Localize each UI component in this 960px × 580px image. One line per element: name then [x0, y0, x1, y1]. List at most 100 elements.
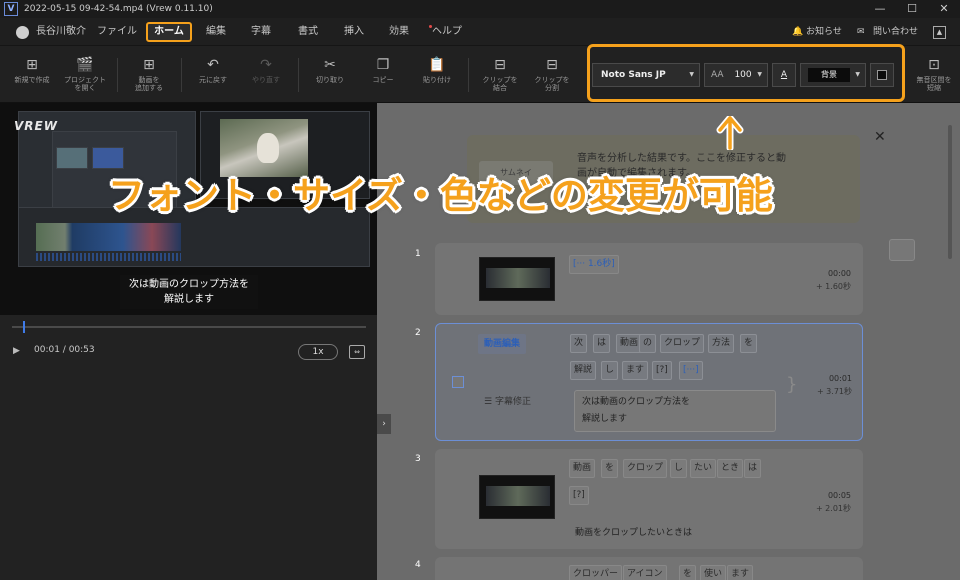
collapse-ribbon-icon[interactable]: ▲ [933, 26, 946, 39]
clip-word[interactable]: を [740, 334, 758, 353]
clip-word[interactable]: 使い [700, 565, 727, 580]
dog-image [220, 119, 308, 177]
undo-label: 元に戻す [199, 76, 227, 84]
background-select[interactable]: 背景 ▼ [800, 63, 866, 87]
menu-format[interactable]: 書式 [290, 18, 326, 46]
undo-icon: ↶ [207, 57, 219, 73]
clip-word[interactable]: し [670, 459, 688, 478]
font-color-button[interactable]: A [772, 63, 796, 87]
shorten-silence-button[interactable]: ⊡ 無音区間を 短縮 [909, 56, 959, 92]
paste-label: 貼り付け [423, 76, 451, 84]
menu-effects[interactable]: 効果 [381, 18, 417, 46]
subtitle-edit-label: 字幕修正 [494, 397, 531, 407]
clip-word[interactable]: クロップ [623, 459, 668, 478]
clip-word[interactable]: [?] [652, 361, 672, 380]
split-clip-button[interactable]: ⊟ クリップを 分割 [527, 56, 577, 92]
undo-button[interactable]: ↶ 元に戻す [188, 56, 238, 84]
minimize-button[interactable]: — [864, 0, 896, 18]
toolbar-divider [298, 58, 299, 92]
close-icon[interactable]: ✕ [874, 129, 886, 145]
menu-insert[interactable]: 挿入 [336, 18, 372, 46]
audio-waveform [36, 253, 181, 261]
clip-word[interactable]: クロッパー [569, 565, 623, 580]
clip-word[interactable]: ます [727, 565, 754, 580]
silence-cut-icon: ⊡ [928, 57, 940, 73]
clip-word[interactable]: は [744, 459, 762, 478]
shorten-silence-label: 無音区間を 短縮 [916, 76, 952, 92]
playback-speed-button[interactable]: 1x [298, 344, 338, 360]
fit-screen-icon[interactable]: ⇔ [349, 345, 365, 359]
user-avatar-icon[interactable] [16, 26, 29, 39]
clip-row[interactable]: 動画編集 次 は 動画 の クロップ 方法 を 解説 し ます [?] [···… [435, 323, 863, 441]
seek-bar[interactable] [12, 321, 366, 333]
user-name[interactable]: 長谷川敬介 [36, 18, 86, 46]
clip-word[interactable]: の [639, 334, 657, 353]
clip-row[interactable]: クロッパー アイコン を 使い ます [435, 557, 863, 580]
cut-button[interactable]: ✂ 切り取り [305, 56, 355, 84]
clip-word[interactable]: たい [690, 459, 717, 478]
clip-word[interactable]: とき [717, 459, 744, 478]
chevron-right-icon[interactable]: › [377, 414, 391, 434]
clip-word[interactable]: 方法 [708, 334, 735, 353]
clip-checkbox[interactable] [452, 376, 464, 388]
clip-duration: + 1.60秒 [815, 282, 851, 291]
subtitle-edit-tag: ☰ 字幕修正 [484, 397, 531, 407]
clip-row[interactable]: [··· 1.6秒] 00:00 + 1.60秒 [435, 243, 863, 315]
title-bar: V 2022-05-15 09-42-54.mp4 (Vrew 0.11.10)… [0, 0, 960, 18]
menu-subtitle[interactable]: 字幕 [243, 18, 279, 46]
menu-help[interactable]: ヘルプ [427, 18, 467, 46]
font-family-select[interactable]: Noto Sans JP ▼ [592, 63, 700, 87]
clip-word[interactable]: ます [622, 361, 649, 380]
clip-row[interactable]: 動画 を クロップ し たい とき は [?] 動画をクロップしたいときは 00… [435, 449, 863, 549]
clip-word[interactable]: 次 [570, 334, 588, 353]
clip-word[interactable]: [···] [679, 361, 703, 380]
clip-word[interactable]: は [593, 334, 611, 353]
clip-number: 3 [415, 454, 421, 464]
open-project-button[interactable]: 🎬 プロジェクト を開く [60, 56, 110, 92]
subtitle-editor[interactable]: 次は動画のクロップ方法を 解説します [574, 390, 776, 432]
clip-word[interactable]: を [601, 459, 619, 478]
clip-word[interactable]: [··· 1.6秒] [569, 255, 619, 274]
clip-thumbnail[interactable] [479, 475, 555, 519]
copy-button[interactable]: ❐ コピー [358, 56, 408, 84]
seek-handle[interactable] [22, 321, 25, 333]
add-video-button[interactable]: ⊞ 動画を 追加する [124, 56, 174, 92]
split-clip-label: クリップを 分割 [534, 76, 570, 92]
clip-word[interactable]: を [679, 565, 697, 580]
paste-icon: 📋 [428, 57, 446, 73]
font-size-select[interactable]: AA 100 ▼ [704, 63, 768, 87]
new-project-button[interactable]: ⊞ 新規で作成 [7, 56, 57, 84]
close-window-button[interactable]: ✕ [928, 0, 960, 18]
menu-edit[interactable]: 編集 [198, 18, 234, 46]
app-logo-icon: V [4, 2, 18, 16]
copy-label: コピー [372, 76, 394, 84]
chevron-down-icon: ▼ [855, 71, 860, 78]
menu-bar: 長谷川敬介 ファイル ホーム 編集 字幕 書式 挿入 効果 ヘルプ 🔔 お知らせ… [0, 18, 960, 46]
menu-file[interactable]: ファイル [94, 18, 140, 46]
new-project-icon: ⊞ [26, 57, 38, 73]
contact-link[interactable]: 問い合わせ [873, 18, 918, 46]
scrollbar[interactable] [948, 125, 952, 259]
redo-button[interactable]: ↷ やり直す [241, 56, 291, 84]
brace-icon: } [786, 374, 798, 395]
paste-button[interactable]: 📋 貼り付け [412, 56, 462, 84]
clip-number: 4 [415, 560, 421, 570]
background-color-button[interactable] [870, 63, 894, 87]
notifications-link[interactable]: お知らせ [806, 18, 842, 46]
menu-home[interactable]: ホーム [146, 22, 192, 42]
clip-word[interactable]: クロップ [660, 334, 705, 353]
clip-word[interactable]: し [601, 361, 619, 380]
toolbar-divider [181, 58, 182, 92]
clip-word[interactable]: 動画 [569, 459, 596, 478]
clip-thumbnail[interactable] [479, 257, 555, 301]
bell-icon[interactable]: 🔔 [792, 18, 803, 46]
clip-duration: + 3.71秒 [816, 387, 852, 396]
clip-word[interactable]: 解説 [570, 361, 597, 380]
maximize-button[interactable]: ☐ [896, 0, 928, 18]
play-icon[interactable]: ▶ [13, 346, 20, 356]
merge-clip-button[interactable]: ⊟ クリップを 結合 [475, 56, 525, 92]
cut-label: 切り取り [316, 76, 344, 84]
clip-word[interactable]: アイコン [623, 565, 667, 580]
mail-icon[interactable]: ✉ [857, 18, 865, 46]
clip-word[interactable]: [?] [569, 486, 589, 505]
